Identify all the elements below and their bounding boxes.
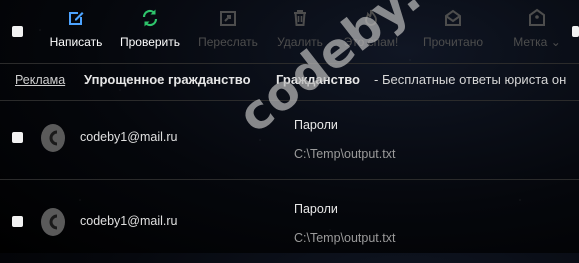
ad-title[interactable]: Упрощенное гражданство <box>84 72 251 87</box>
forward-button[interactable]: Переслать <box>196 8 260 49</box>
ad-label-link[interactable]: Реклама <box>15 73 65 87</box>
message-sender: codeby1@mail.ru <box>80 130 178 144</box>
forward-icon <box>220 11 236 26</box>
divider <box>0 63 579 64</box>
ad-text: - Бесплатные ответы юриста он <box>374 72 567 87</box>
mark-read-label: Прочитано <box>423 35 483 49</box>
avatar <box>41 124 65 152</box>
compose-button[interactable]: Написать <box>47 8 105 49</box>
tag-icon <box>529 8 545 26</box>
mark-read-button[interactable]: Прочитано <box>420 8 486 49</box>
compose-label: Написать <box>49 35 103 49</box>
check-mail-button[interactable]: Проверить <box>117 8 183 49</box>
avatar <box>41 208 65 236</box>
refresh-icon <box>142 9 158 27</box>
delete-button[interactable]: Удалить <box>274 8 326 49</box>
list-item[interactable]: codeby1@mail.ru Пароли C:\Temp\output.tx… <box>0 101 579 179</box>
ad-row[interactable]: Реклама Упрощенное гражданство Гражданст… <box>0 66 579 96</box>
spam-button[interactable]: Это спам! <box>340 8 402 49</box>
message-sender: codeby1@mail.ru <box>80 214 178 228</box>
message-subject: Пароли <box>294 118 338 132</box>
trash-icon <box>294 10 306 26</box>
compose-icon <box>69 12 84 25</box>
envelope-open-icon <box>445 9 461 26</box>
spam-label: Это спам! <box>343 35 399 49</box>
tag-label: Метка ⌄ <box>513 35 561 49</box>
check-mail-label: Проверить <box>119 35 180 49</box>
chevron-down-icon: ⌄ <box>550 35 561 49</box>
message-checkbox[interactable] <box>12 132 23 143</box>
message-subject: Пароли <box>294 202 338 216</box>
forward-label: Переслать <box>198 35 258 49</box>
message-snippet: C:\Temp\output.txt <box>294 147 396 161</box>
divider <box>0 179 579 180</box>
tag-edge-checkbox <box>572 26 579 37</box>
ad-title-secondary[interactable]: Гражданство <box>276 72 360 87</box>
delete-label: Удалить <box>277 35 323 49</box>
flame-icon <box>365 9 377 26</box>
message-snippet: C:\Temp\output.txt <box>294 231 396 245</box>
message-checkbox[interactable] <box>12 216 23 227</box>
select-all-checkbox[interactable] <box>12 26 23 37</box>
toolbar: Написать Проверить Переслать Удалить Это… <box>0 0 579 58</box>
tag-button[interactable]: Метка ⌄ <box>507 8 567 49</box>
list-item[interactable]: codeby1@mail.ru Пароли C:\Temp\output.tx… <box>0 185 579 263</box>
